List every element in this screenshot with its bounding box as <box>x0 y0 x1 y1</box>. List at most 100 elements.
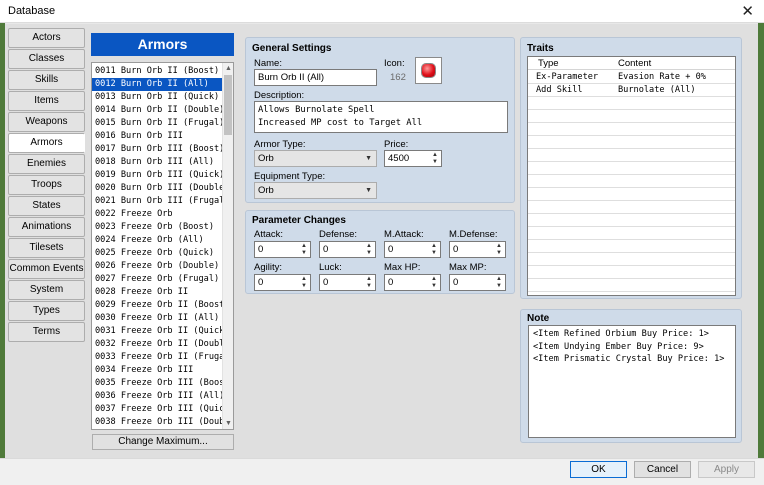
tab-types[interactable]: Types <box>8 301 85 321</box>
stepper-up-icon[interactable]: ▲ <box>300 276 308 283</box>
m-defense-stepper[interactable]: 0 ▲ ▼ <box>449 241 506 258</box>
list-item[interactable]: 0025 Freeze Orb (Quick) <box>92 247 223 260</box>
armor-list[interactable]: 0011 Burn Orb II (Boost) 0012 Burn Orb II… <box>91 62 234 430</box>
note-field[interactable]: <Item Refined Orbium Buy Price: 1> <Item… <box>528 325 736 438</box>
list-item[interactable]: 0013 Burn Orb II (Quick) <box>92 91 223 104</box>
tab-actors[interactable]: Actors <box>8 28 85 48</box>
close-icon[interactable]: ✕ <box>741 2 754 20</box>
list-item[interactable]: 0036 Freeze Orb III (All) <box>92 390 223 403</box>
traits-title: Traits <box>527 43 554 54</box>
list-item[interactable]: 0015 Burn Orb II (Frugal) <box>92 117 223 130</box>
max-hp-value: 0 <box>388 277 394 288</box>
traits-column-content[interactable]: Content <box>618 57 651 70</box>
m-attack-stepper[interactable]: 0 ▲ ▼ <box>384 241 441 258</box>
max-mp-stepper[interactable]: 0 ▲ ▼ <box>449 274 506 291</box>
list-item[interactable]: 0017 Burn Orb III (Boost) <box>92 143 223 156</box>
tab-states[interactable]: States <box>8 196 85 216</box>
list-item[interactable]: 0034 Freeze Orb III <box>92 364 223 377</box>
list-item[interactable]: 0026 Freeze Orb (Double) <box>92 260 223 273</box>
price-stepper[interactable]: 4500 ▲ ▼ <box>384 150 442 167</box>
list-item[interactable]: 0014 Burn Orb II (Double) <box>92 104 223 117</box>
list-item[interactable]: 0035 Freeze Orb III (Boost) <box>92 377 223 390</box>
stepper-up-icon[interactable]: ▲ <box>495 276 503 283</box>
list-item[interactable]: 0030 Freeze Orb II (All) <box>92 312 223 325</box>
list-item[interactable]: 0028 Freeze Orb II <box>92 286 223 299</box>
scroll-down-icon[interactable]: ▼ <box>223 418 233 429</box>
list-item[interactable]: 0022 Freeze Orb <box>92 208 223 221</box>
description-field[interactable]: Allows Burnolate Spell Increased MP cost… <box>254 101 508 133</box>
list-item[interactable]: 0019 Burn Orb III (Quick) <box>92 169 223 182</box>
traits-table[interactable]: Type Content Ex-Parameter Evasion Rate + … <box>527 56 736 296</box>
list-item[interactable]: 0018 Burn Orb III (All) <box>92 156 223 169</box>
tab-system[interactable]: System <box>8 280 85 300</box>
tab-terms[interactable]: Terms <box>8 322 85 342</box>
stepper-down-icon[interactable]: ▼ <box>365 283 373 290</box>
list-item[interactable]: 0033 Freeze Orb II (Frugal) <box>92 351 223 364</box>
tab-tilesets[interactable]: Tilesets <box>8 238 85 258</box>
tab-weapons[interactable]: Weapons <box>8 112 85 132</box>
list-item[interactable]: 0012 Burn Orb II (All) <box>92 78 223 91</box>
stepper-down-icon[interactable]: ▼ <box>430 250 438 257</box>
chevron-down-icon: ▼ <box>365 155 372 162</box>
stepper-down-icon[interactable]: ▼ <box>431 159 439 166</box>
scroll-up-icon[interactable]: ▲ <box>223 63 233 74</box>
stepper-down-icon[interactable]: ▼ <box>300 283 308 290</box>
stepper-up-icon[interactable]: ▲ <box>365 276 373 283</box>
table-gridline <box>528 252 735 253</box>
icon-index: 162 <box>390 72 406 83</box>
list-item[interactable]: 0038 Freeze Orb III (Doub... <box>92 416 223 429</box>
list-item[interactable]: 0020 Burn Orb III (Double) <box>92 182 223 195</box>
stepper-up-icon[interactable]: ▲ <box>430 276 438 283</box>
list-item[interactable]: 0031 Freeze Orb II (Quick) <box>92 325 223 338</box>
table-row[interactable]: Ex-Parameter Evasion Rate + 0% <box>528 71 735 84</box>
attack-stepper[interactable]: 0 ▲ ▼ <box>254 241 311 258</box>
tab-armors[interactable]: Armors <box>8 133 85 153</box>
list-item[interactable]: 0032 Freeze Orb II (Double) <box>92 338 223 351</box>
table-row[interactable]: Add Skill Burnolate (All) <box>528 84 735 97</box>
list-item[interactable]: 0021 Burn Orb III (Frugal) <box>92 195 223 208</box>
stepper-up-icon[interactable]: ▲ <box>300 243 308 250</box>
stepper-up-icon[interactable]: ▲ <box>365 243 373 250</box>
stepper-down-icon[interactable]: ▼ <box>430 283 438 290</box>
stepper-down-icon[interactable]: ▼ <box>300 250 308 257</box>
equipment-type-value: Orb <box>258 185 274 196</box>
stepper-down-icon[interactable]: ▼ <box>495 283 503 290</box>
max-hp-stepper[interactable]: 0 ▲ ▼ <box>384 274 441 291</box>
stepper-up-icon[interactable]: ▲ <box>431 152 439 159</box>
change-maximum-button[interactable]: Change Maximum... <box>92 434 234 450</box>
traits-column-type[interactable]: Type <box>538 57 559 70</box>
list-item[interactable]: 0029 Freeze Orb II (Boost) <box>92 299 223 312</box>
defense-stepper[interactable]: 0 ▲ ▼ <box>319 241 376 258</box>
list-item[interactable]: 0016 Burn Orb III <box>92 130 223 143</box>
price-value: 4500 <box>388 153 410 164</box>
tab-common-events[interactable]: Common Events <box>8 259 85 279</box>
name-field[interactable]: Burn Orb II (All) <box>254 69 377 86</box>
name-label: Name: <box>254 58 282 69</box>
cancel-button[interactable]: Cancel <box>634 461 691 478</box>
ok-button[interactable]: OK <box>570 461 627 478</box>
apply-button[interactable]: Apply <box>698 461 755 478</box>
stepper-up-icon[interactable]: ▲ <box>430 243 438 250</box>
stepper-down-icon[interactable]: ▼ <box>495 250 503 257</box>
icon-picker[interactable] <box>415 57 442 84</box>
list-scrollbar[interactable]: ▲ ▼ <box>222 63 233 429</box>
agility-stepper[interactable]: 0 ▲ ▼ <box>254 274 311 291</box>
defense-label: Defense: <box>319 229 358 240</box>
tab-classes[interactable]: Classes <box>8 49 85 69</box>
list-item[interactable]: 0037 Freeze Orb III (Quick) <box>92 403 223 416</box>
stepper-down-icon[interactable]: ▼ <box>365 250 373 257</box>
scroll-thumb[interactable] <box>224 75 232 135</box>
list-item[interactable]: 0023 Freeze Orb (Boost) <box>92 221 223 234</box>
tab-skills[interactable]: Skills <box>8 70 85 90</box>
stepper-up-icon[interactable]: ▲ <box>495 243 503 250</box>
tab-items[interactable]: Items <box>8 91 85 111</box>
tab-animations[interactable]: Animations <box>8 217 85 237</box>
list-item[interactable]: 0024 Freeze Orb (All) <box>92 234 223 247</box>
armor-type-select[interactable]: Orb ▼ <box>254 150 377 167</box>
tab-troops[interactable]: Troops <box>8 175 85 195</box>
equipment-type-select[interactable]: Orb ▼ <box>254 182 377 199</box>
list-item[interactable]: 0011 Burn Orb II (Boost) <box>92 65 223 78</box>
tab-enemies[interactable]: Enemies <box>8 154 85 174</box>
luck-stepper[interactable]: 0 ▲ ▼ <box>319 274 376 291</box>
list-item[interactable]: 0027 Freeze Orb (Frugal) <box>92 273 223 286</box>
